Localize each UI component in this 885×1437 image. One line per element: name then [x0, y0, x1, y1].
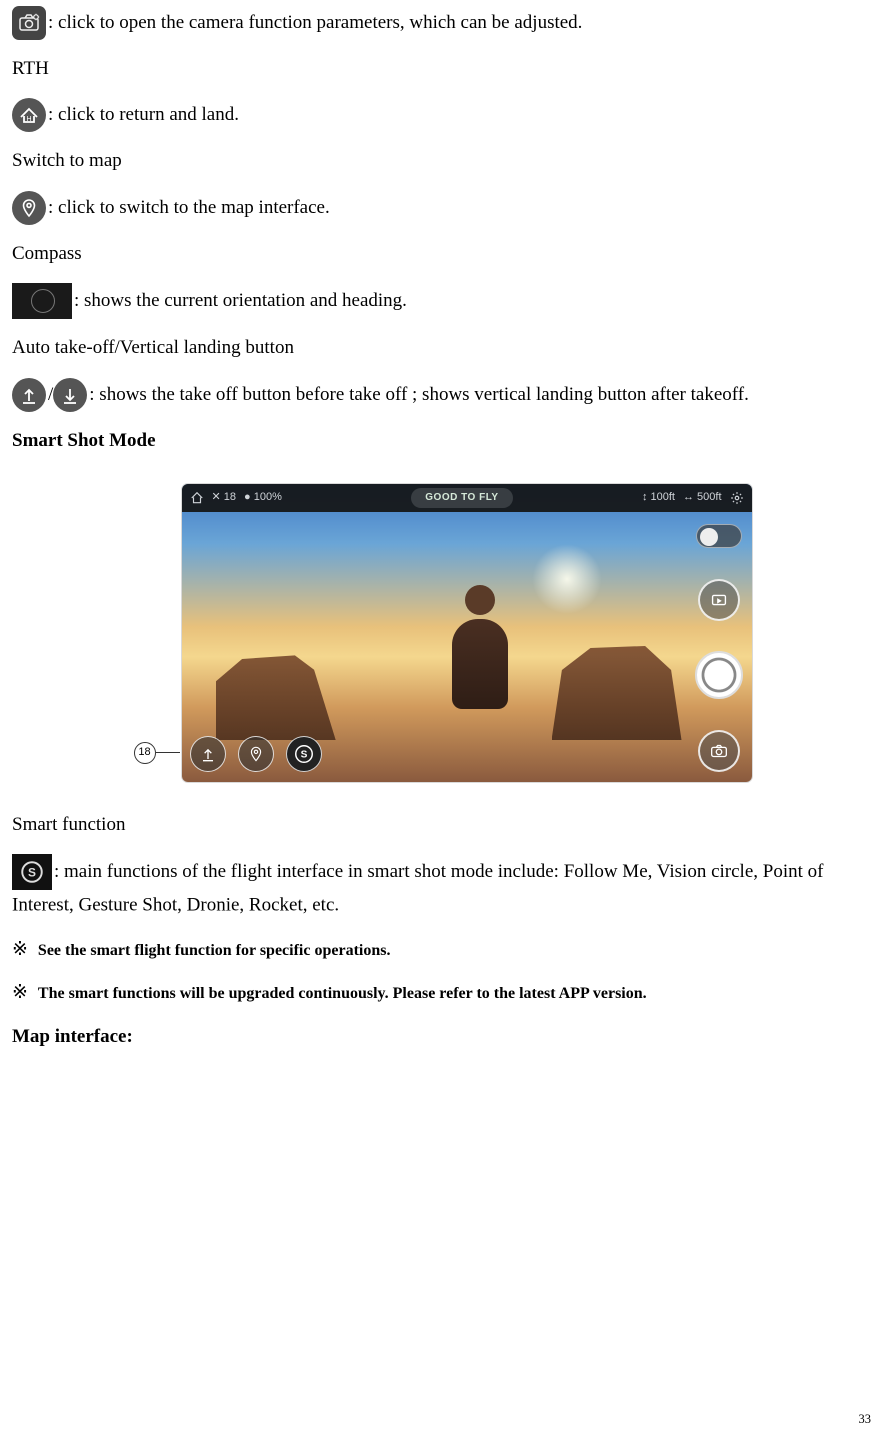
rth-label: RTH [12, 54, 873, 84]
svg-text:S: S [28, 866, 36, 880]
smart-shot-button[interactable]: S [286, 736, 322, 772]
smart-function-desc: : main functions of the flight interface… [12, 861, 823, 916]
camera-settings-desc: : click to open the camera function para… [48, 12, 582, 33]
rth-desc: : click to return and land. [48, 104, 239, 125]
note-2: ※The smart functions will be upgraded co… [12, 978, 873, 1008]
shutter-button[interactable] [695, 651, 743, 699]
callout-number: 18 [134, 742, 156, 764]
switch-map-label: Switch to map [12, 146, 873, 176]
takeoff-icon [12, 378, 46, 412]
home-icon[interactable] [190, 491, 204, 505]
map-pin-icon [12, 191, 46, 225]
svg-text:H: H [26, 116, 31, 123]
takeoff-button[interactable] [190, 736, 226, 772]
note-1: ※See the smart flight function for speci… [12, 935, 873, 965]
callout-line [156, 752, 180, 753]
flight-status: GOOD TO FLY [411, 488, 512, 508]
landing-icon [53, 378, 87, 412]
compass-icon [12, 283, 72, 319]
left-controls: S [190, 736, 322, 772]
app-topbar: ✕ 18 ● 100% GOOD TO FLY ↕ 100ft ↔ 500ft [182, 484, 752, 512]
smart-shot-heading: Smart Shot Mode [12, 426, 873, 456]
satellite-count: ✕ 18 [212, 489, 237, 507]
compass-desc: : shows the current orientation and head… [74, 290, 407, 311]
smart-function-label: Smart function [12, 810, 873, 840]
note-symbol: ※ [12, 982, 28, 1003]
gallery-button[interactable] [698, 579, 740, 621]
map-interface-heading: Map interface: [12, 1022, 873, 1052]
smart-shot-screenshot: 18 ✕ 18 ● 100% GOOD TO FLY ↕ 100ft ↔ 500… [134, 484, 752, 782]
battery-level: ● 100% [244, 489, 282, 507]
note-symbol: ※ [12, 939, 28, 960]
settings-icon[interactable] [730, 491, 744, 505]
takeoff-desc: : shows the take off button before take … [89, 383, 749, 404]
right-controls [694, 524, 744, 772]
photo-video-toggle[interactable] [696, 524, 742, 548]
takeoff-label: Auto take-off/Vertical landing button [12, 333, 873, 363]
map-button[interactable] [238, 736, 274, 772]
compass-label: Compass [12, 239, 873, 269]
svg-text:S: S [300, 750, 307, 761]
altitude-reading: ↕ 100ft [642, 489, 675, 507]
page-number: 33 [859, 1409, 872, 1429]
rth-icon: H [12, 98, 46, 132]
smart-function-icon: S [12, 854, 52, 890]
camera-settings-icon [12, 6, 46, 40]
camera-settings-button[interactable] [698, 730, 740, 772]
distance-reading: ↔ 500ft [683, 489, 722, 507]
switch-map-desc: : click to switch to the map interface. [48, 197, 330, 218]
